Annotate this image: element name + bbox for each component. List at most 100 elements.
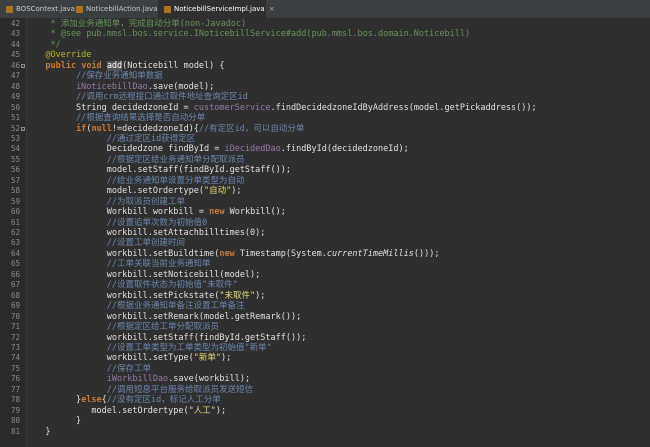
code-text: workbill.setRemark(model.getRemark()); [30, 311, 302, 322]
tab-noticebillaction[interactable]: NoticebillAction.java [70, 0, 158, 18]
code-text: */ [30, 39, 61, 50]
code-text: model.setOrdertype("人工"); [30, 405, 227, 416]
java-file-icon [76, 5, 83, 13]
code-line[interactable]: 52− if(null!=decidedzoneId){//有定区id，可以自动… [0, 124, 650, 134]
code-text: public void add(Noticebill model) { [45, 60, 225, 71]
code-line[interactable]: 56 model.setStaff(findById.getStaff()); [0, 165, 650, 175]
line-number: 54 [10, 144, 20, 154]
line-number: 62 [10, 228, 20, 237]
line-number: 69 [10, 301, 20, 311]
code-text: Workbill workbill = new Workbill(); [30, 207, 286, 218]
line-number: 81 [10, 426, 20, 436]
editor-tab-bar: BOSContext.java NoticebillAction.java No… [0, 0, 650, 19]
code-line[interactable]: 43 * @see pub.mmsl.bos.service.INoticebi… [0, 29, 650, 39]
close-icon[interactable]: × [269, 5, 275, 13]
line-number: 73 [10, 342, 20, 352]
code-text: //调用crm远程接口通过取件地址查询定区id [76, 92, 248, 103]
line-number: 48 [10, 81, 20, 91]
code-text: //调用短息平台服务给取派员发送短信 [106, 384, 254, 395]
line-number: 68 [10, 290, 20, 300]
code-line[interactable]: 65 //工单关联当前业务通知单 [0, 259, 650, 269]
code-line[interactable]: 74 workbill.setType("新单"); [0, 353, 650, 363]
code-line[interactable]: 42 * 添加业务通知单，完成自动分单(non-Javadoc) [0, 19, 650, 29]
code-line[interactable]: 64 workbill.setBuildtime(new Timestamp(S… [0, 249, 650, 259]
code-line[interactable]: 59 //为取派员创建工单 [0, 197, 650, 207]
code-text: workbill.setPickstate("未取件"); [30, 290, 266, 301]
code-text: //根据定区给业务通知单分配取派员 [106, 154, 245, 165]
line-number: 50 [10, 102, 20, 112]
line-number: 60 [10, 207, 20, 217]
code-line[interactable]: 51 //根据查询结果选择是否自动分单 [0, 113, 650, 123]
code-line[interactable]: 72 workbill.setStaff(findById.getStaff()… [0, 333, 650, 343]
code-text: workbill.setStaff(findById.getStaff()); [30, 332, 307, 343]
line-number: 64 [10, 248, 20, 258]
code-line[interactable]: 79 model.setOrdertype("人工"); [0, 406, 650, 416]
line-number: 59 [10, 196, 20, 206]
code-line[interactable]: 48 iNoticebillDao.save(model); [0, 82, 650, 92]
tab-label: NoticebillServiceImpl.java [174, 5, 265, 13]
code-text: //通过定区id获得定区 [106, 133, 196, 144]
line-number: 47 [10, 71, 20, 81]
line-number: 65 [10, 259, 20, 269]
code-text: iWorkbillDao.save(workbill); [106, 374, 251, 385]
code-line[interactable]: 71 //根据定区给工单分配取派员 [0, 322, 650, 332]
code-line[interactable]: 77 //调用短息平台服务给取派员发送短信 [0, 385, 650, 395]
fold-toggle-icon[interactable]: − [21, 126, 25, 131]
code-line[interactable]: 62 workbill.setAttachbilltimes(0); [0, 228, 650, 238]
code-text: workbill.setBuildtime(new Timestamp(Syst… [30, 248, 440, 259]
code-line[interactable]: 73 //设置工单类型为工单类型为初始值"新单" [0, 343, 650, 353]
code-line[interactable]: 50 String decidedzoneId = customerServic… [0, 103, 650, 113]
code-line[interactable]: 55 //根据定区给业务通知单分配取派员 [0, 155, 650, 165]
code-text: workbill.setAttachbilltimes(0); [30, 228, 266, 238]
line-number: 58 [10, 186, 20, 196]
code-line[interactable]: 61 //设置追单次数为初始值0 [0, 218, 650, 228]
line-number: 49 [10, 92, 20, 102]
line-number: 46 [10, 60, 20, 70]
code-line[interactable]: 44 */ [0, 40, 650, 50]
code-line[interactable]: 67 //设置取件状态为初始值"未取件" [0, 280, 650, 290]
line-number: 77 [10, 384, 20, 394]
code-line[interactable]: 63 //设置工单创建时间 [0, 238, 650, 248]
code-line[interactable]: 60 Workbill workbill = new Workbill(); [0, 207, 650, 217]
line-number: 52 [10, 123, 20, 133]
code-line[interactable]: 68 workbill.setPickstate("未取件"); [0, 291, 650, 301]
code-line[interactable]: 66 workbill.setNoticebill(model); [0, 270, 650, 280]
line-number: 63 [10, 238, 20, 248]
code-text: model.setOrdertype("自动"); [30, 186, 242, 197]
code-line[interactable]: 58 model.setOrdertype("自动"); [0, 186, 650, 196]
code-text: //设置工单类型为工单类型为初始值"新单" [106, 342, 272, 353]
code-line[interactable]: 46− public void add(Noticebill model) { [0, 60, 650, 71]
line-number: 42 [10, 19, 20, 28]
code-text: iNoticebillDao.save(model); [76, 81, 215, 92]
code-text: @Override [45, 50, 92, 61]
code-line[interactable]: 76 iWorkbillDao.save(workbill); [0, 374, 650, 384]
code-editor[interactable]: 42 * 添加业务通知单，完成自动分单(non-Javadoc) 43 * @se… [0, 18, 650, 447]
code-line[interactable]: 70 workbill.setRemark(model.getRemark())… [0, 312, 650, 322]
code-line[interactable]: 45 @Override [0, 50, 650, 60]
tab-boscontext[interactable]: BOSContext.java [0, 0, 75, 18]
line-number: 45 [10, 50, 20, 60]
java-file-icon [164, 5, 171, 13]
code-line[interactable]: 69 //根据业务通知单备注设置工单备注 [0, 301, 650, 311]
code-text: * @see pub.mmsl.bos.service.INoticebillS… [30, 29, 471, 40]
tab-noticebillserviceimpl[interactable]: NoticebillServiceImpl.java × [158, 0, 275, 18]
code-line[interactable]: 57 //给业务通知单设置分单类型为自动 [0, 176, 650, 186]
code-line[interactable]: 75 //保存工单 [0, 364, 650, 374]
code-line[interactable]: 49 //调用crm远程接口通过取件地址查询定区id [0, 92, 650, 102]
code-line[interactable]: 81 } [0, 427, 650, 437]
java-file-icon [6, 5, 13, 13]
code-text: //根据查询结果选择是否自动分单 [76, 113, 206, 124]
line-number: 78 [10, 395, 20, 405]
code-line[interactable]: 53 //通过定区id获得定区 [0, 134, 650, 144]
line-number: 79 [10, 405, 20, 415]
fold-toggle-icon[interactable]: − [21, 63, 25, 68]
code-text: //设置工单创建时间 [106, 238, 186, 249]
code-line[interactable]: 54 Decidedzone findById = iDecidedDao.fi… [0, 144, 650, 154]
code-line[interactable]: 80 } [0, 416, 650, 426]
code-line[interactable]: 78 }else{//没有定区id，标记人工分单 [0, 395, 650, 405]
code-text: }else{//没有定区id，标记人工分单 [30, 395, 221, 406]
code-line[interactable]: 47 //保存业务通知单数据 [0, 71, 650, 81]
line-number: 75 [10, 363, 20, 373]
line-number: 53 [10, 133, 20, 143]
line-number: 55 [10, 154, 20, 164]
